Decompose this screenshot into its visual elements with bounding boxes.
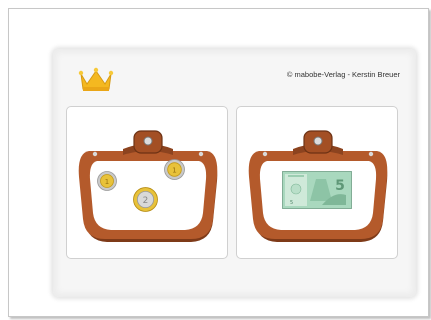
svg-text:1: 1: [105, 178, 109, 186]
one-euro-coin: 1: [164, 159, 185, 180]
worksheet-frame: © mabobe-Verlag - Kerstin Breuer 1 1 2 5…: [8, 8, 429, 317]
svg-text:5: 5: [335, 178, 345, 194]
two-euro-coin: 2: [133, 187, 158, 212]
crown-icon: [78, 67, 114, 91]
one-euro-coin: 1: [97, 171, 117, 191]
worksheet-card: © mabobe-Verlag - Kerstin Breuer 1 1 2 5…: [53, 49, 416, 297]
five-euro-banknote: 5 5: [282, 171, 352, 209]
svg-text:1: 1: [172, 166, 177, 175]
purse-panel-coins: 1 1 2: [66, 106, 228, 259]
copyright-credit: © mabobe-Verlag - Kerstin Breuer: [286, 70, 400, 79]
svg-text:5: 5: [290, 200, 293, 206]
svg-text:2: 2: [143, 196, 149, 206]
purse-panel-banknote: 5 5: [236, 106, 398, 259]
